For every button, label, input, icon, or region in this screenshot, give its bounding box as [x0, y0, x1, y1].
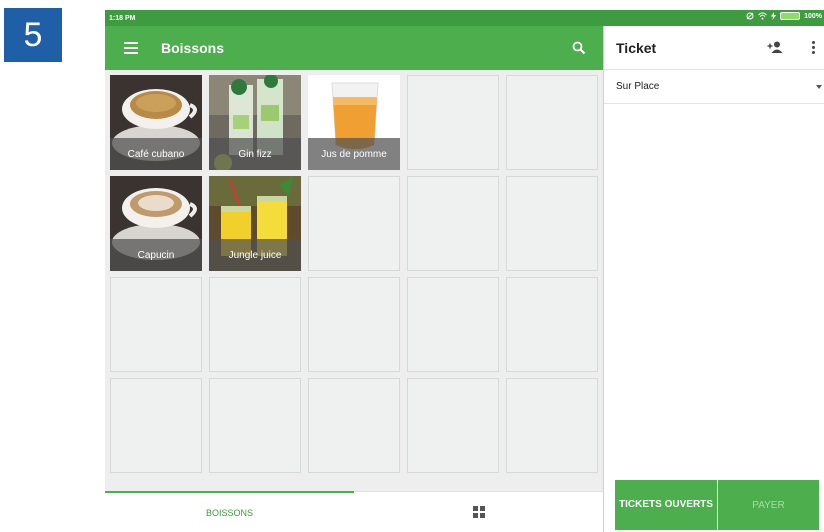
- app-bar: Boissons: [105, 26, 603, 70]
- empty-tile: [407, 75, 499, 170]
- dining-option-value: Sur Place: [616, 81, 660, 92]
- dining-option-dropdown[interactable]: Sur Place: [604, 70, 824, 104]
- empty-tile: [308, 378, 400, 473]
- empty-tile: [110, 277, 202, 372]
- status-time: 1:18 PM: [109, 14, 136, 22]
- tab-boissons-label: BOISSONS: [205, 507, 253, 518]
- ticket-title: Ticket: [616, 39, 657, 56]
- empty-tile: [407, 378, 499, 473]
- empty-tile: [506, 378, 598, 473]
- product-label: Café cubano: [110, 138, 202, 170]
- chevron-down-icon: [816, 85, 822, 89]
- tab-all-categories[interactable]: [354, 491, 603, 532]
- menu-icon[interactable]: [124, 42, 138, 54]
- product-tile-cafe-cubano[interactable]: Café cubano: [110, 75, 202, 170]
- product-tile-jus-de-pomme[interactable]: Jus de pomme: [308, 75, 400, 170]
- battery-percent: 100%: [804, 12, 822, 20]
- tablet-screen: 1:18 PM 100% Boissons Café cubano Gin fi…: [105, 10, 824, 532]
- product-label: Gin fizz: [209, 138, 301, 170]
- alarm-off-icon: [746, 12, 754, 20]
- status-bar: 1:18 PM 100%: [105, 10, 824, 26]
- product-tile-jungle-juice[interactable]: Jungle juice: [209, 176, 301, 271]
- search-icon[interactable]: [571, 40, 587, 56]
- tutorial-frame: 5 1:18 PM 100% Boissons Café cubano Gin …: [0, 0, 824, 532]
- product-label: Jus de pomme: [308, 138, 400, 170]
- ticket-panel: Ticket Sur Place TICKETS OUVERTS PAYER: [603, 26, 824, 532]
- open-tickets-button[interactable]: TICKETS OUVERTS: [615, 480, 717, 530]
- category-title: Boissons: [161, 40, 225, 56]
- pay-button[interactable]: PAYER: [718, 480, 819, 530]
- product-grid: Café cubano Gin fizz Jus de pomme Capuci…: [105, 70, 603, 491]
- status-icons: 100%: [746, 12, 822, 20]
- bottom-tab-bar: BOISSONS: [105, 491, 603, 532]
- empty-tile: [209, 378, 301, 473]
- empty-tile: [407, 176, 499, 271]
- product-tile-gin-fizz[interactable]: Gin fizz: [209, 75, 301, 170]
- charging-icon: [771, 12, 777, 20]
- empty-tile: [209, 277, 301, 372]
- add-customer-icon[interactable]: [767, 41, 783, 53]
- ticket-header: Ticket: [604, 26, 824, 70]
- product-label: Capucin: [110, 239, 202, 271]
- tab-boissons[interactable]: BOISSONS: [105, 491, 354, 532]
- more-options-icon[interactable]: [812, 41, 815, 54]
- grid-icon: [472, 506, 485, 518]
- product-tile-capucin[interactable]: Capucin: [110, 176, 202, 271]
- empty-tile: [407, 277, 499, 372]
- empty-tile: [308, 277, 400, 372]
- empty-tile: [308, 176, 400, 271]
- step-number-badge: 5: [4, 8, 62, 62]
- empty-tile: [506, 176, 598, 271]
- wifi-icon: [758, 12, 767, 20]
- empty-tile: [506, 75, 598, 170]
- battery-icon: [780, 12, 801, 20]
- empty-tile: [506, 277, 598, 372]
- empty-tile: [110, 378, 202, 473]
- product-label: Jungle juice: [209, 239, 301, 271]
